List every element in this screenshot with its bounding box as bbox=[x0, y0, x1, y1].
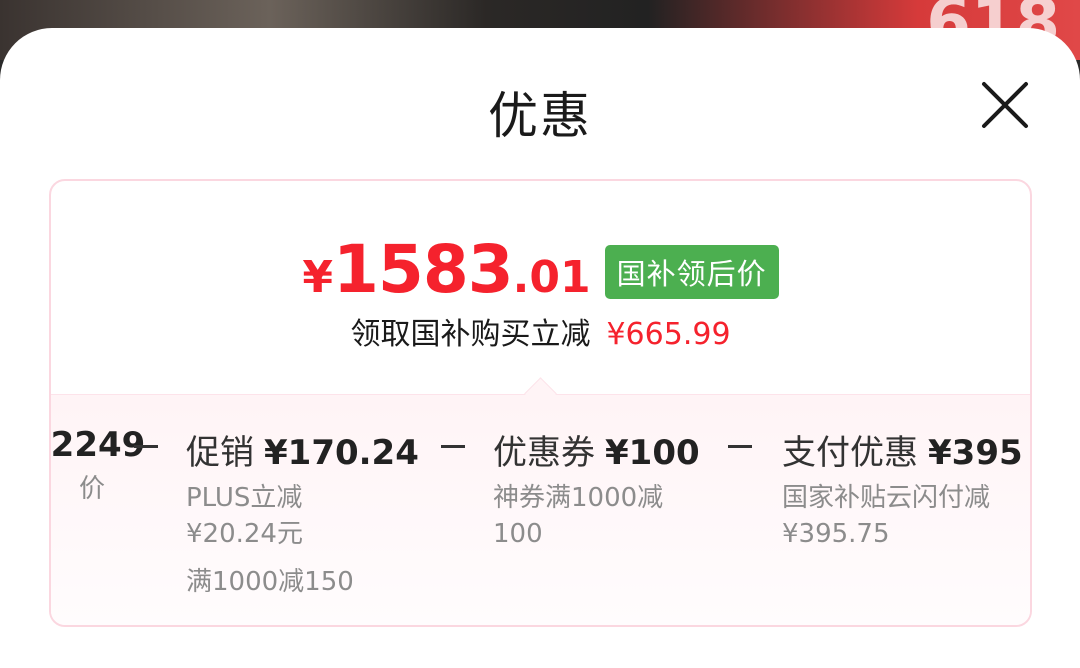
minus-sign bbox=[728, 445, 752, 448]
breakdown-item-coupon: 优惠券 ¥100 神券满1000减 100 bbox=[493, 433, 700, 549]
breakdown-item-payment: 支付优惠 ¥395 国家补贴云闪付减 ¥395.75 bbox=[782, 433, 1023, 549]
close-icon[interactable] bbox=[978, 78, 1032, 132]
price-breakdown-card: ¥1583.01国补领后价 领取国补购买立减 ¥665.99 ¥2249 价 促销… bbox=[49, 179, 1032, 627]
final-price: ¥1583.01 bbox=[302, 231, 591, 308]
subsidy-price-tag: 国补领后价 bbox=[604, 244, 779, 299]
savings-label: 领取国补购买立减 bbox=[350, 317, 591, 352]
dialog-title: 优惠 bbox=[488, 87, 592, 145]
minus-sign bbox=[134, 445, 158, 448]
savings-row: 领取国补购买立减 ¥665.99 bbox=[51, 309, 1030, 353]
discount-bottom-sheet: 优惠 ¥1583.01国补领后价 领取国补购买立减 ¥665.99 ¥2249 价… bbox=[0, 28, 1080, 668]
breakdown-item-promotion: 促销 ¥170.24 PLUS立减 ¥20.24元 满1000减150 bbox=[186, 433, 419, 597]
minus-sign bbox=[441, 445, 465, 448]
final-price-row: ¥1583.01 国补领后价 bbox=[51, 231, 1030, 308]
breakdown-item-original-price: ¥2249 价 bbox=[50, 425, 146, 504]
savings-amount: ¥665.99 bbox=[606, 317, 731, 352]
